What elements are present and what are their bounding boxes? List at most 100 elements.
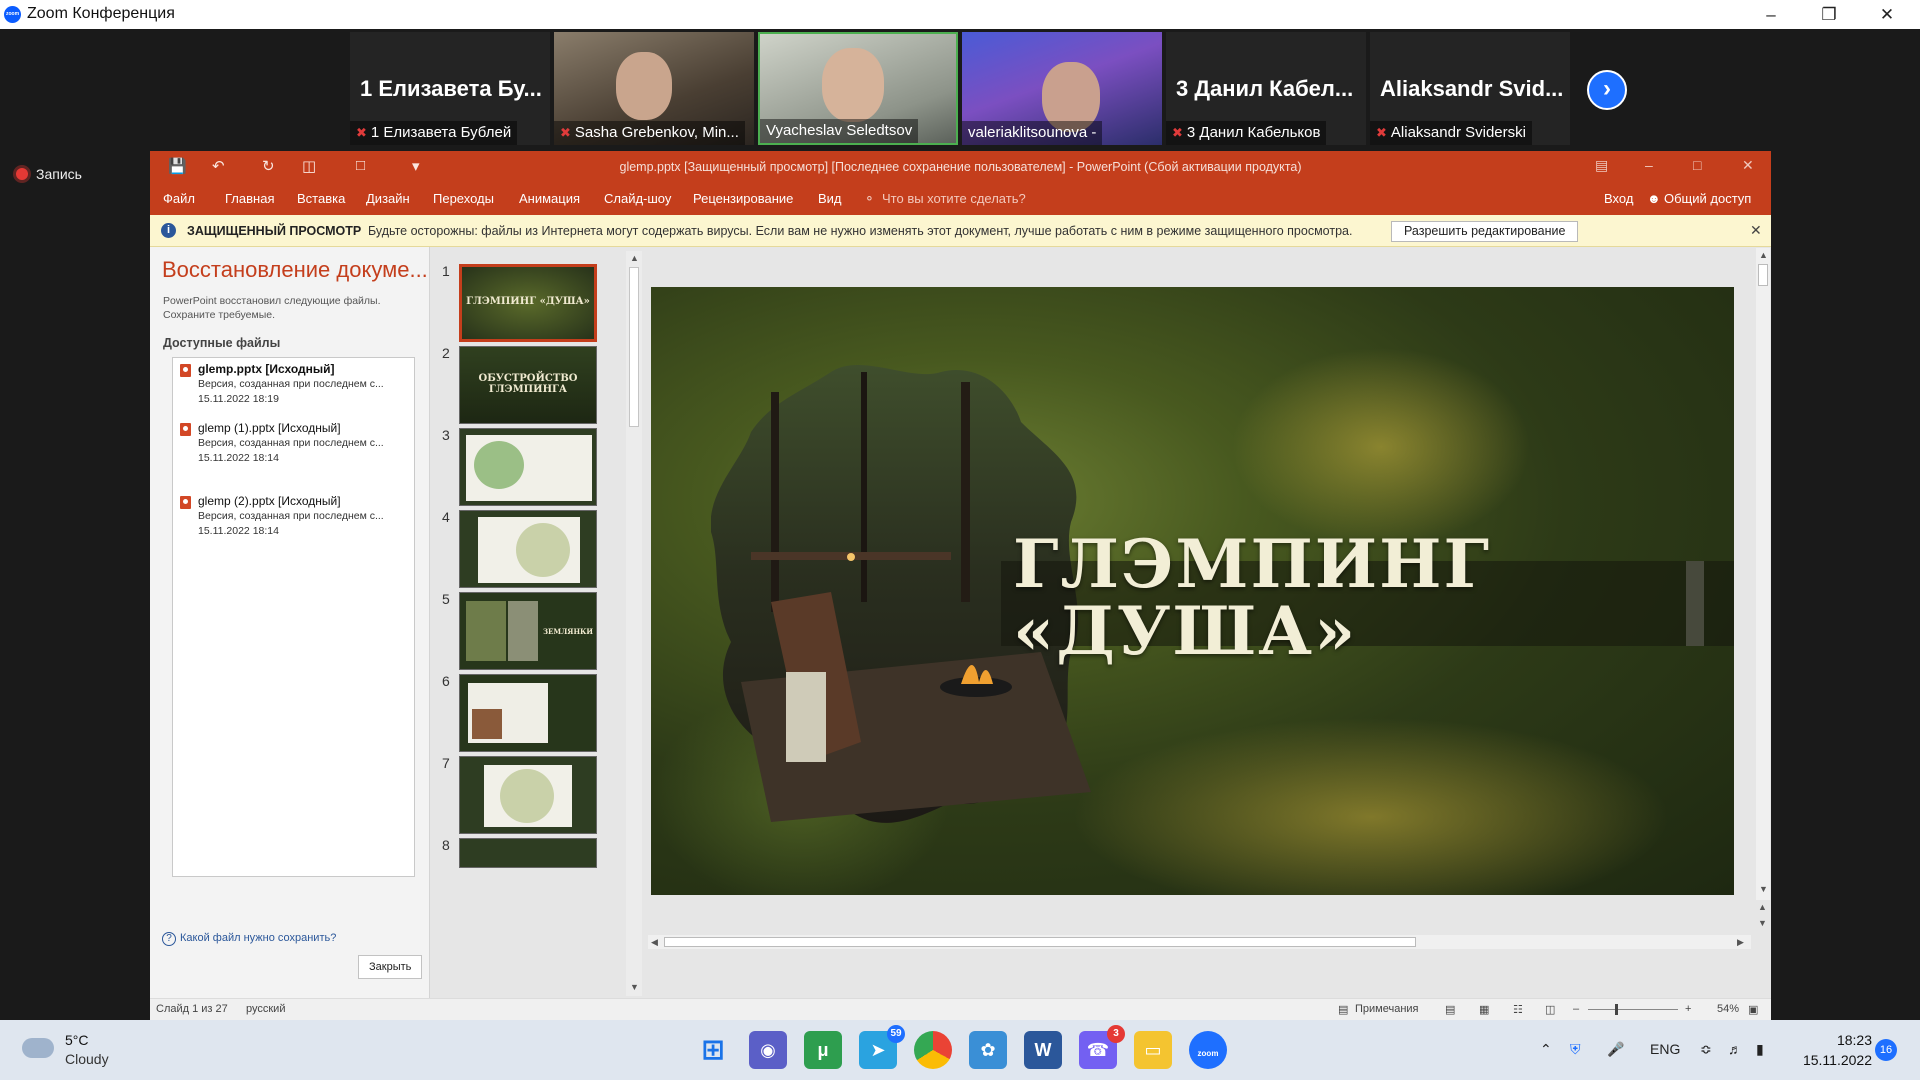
tab-animations[interactable]: Анимация <box>519 191 580 206</box>
zoom-logo-icon: zoom <box>4 6 21 23</box>
zoom-level[interactable]: 54% <box>1717 1003 1739 1015</box>
zoom-slider-handle[interactable] <box>1615 1004 1618 1015</box>
restore-button[interactable]: ❐ <box>1806 2 1852 28</box>
volume-icon[interactable]: ♬ <box>1728 1041 1742 1057</box>
scroll-right-icon[interactable]: ▶ <box>1737 937 1744 948</box>
ppt-close-button[interactable]: ✕ <box>1742 157 1754 174</box>
zoom-taskbar-icon[interactable]: zoom <box>1189 1031 1227 1069</box>
slide-thumbnail[interactable] <box>459 838 597 868</box>
scrollbar-thumb[interactable] <box>1758 264 1768 286</box>
tab-transitions[interactable]: Переходы <box>433 191 494 206</box>
slide-thumbnail[interactable]: ЗЕМЛЯНКИ <box>459 592 597 670</box>
notification-badge[interactable]: 16 <box>1875 1039 1897 1061</box>
slide-thumbnail[interactable]: ОБУСТРОЙСТВО ГЛЭМПИНГА <box>459 346 597 424</box>
close-bar-icon[interactable]: ✕ <box>1750 222 1762 239</box>
ribbon-display-icon[interactable]: ▤ <box>1595 157 1608 174</box>
weather-temp[interactable]: 5°C <box>65 1032 89 1048</box>
scrollbar-thumb[interactable] <box>664 937 1416 947</box>
recording-indicator[interactable]: Запись <box>16 166 82 182</box>
close-button[interactable]: ✕ <box>1864 2 1910 28</box>
show-hidden-icons-icon[interactable]: ⌃ <box>1540 1041 1552 1058</box>
weather-condition[interactable]: Cloudy <box>65 1051 109 1067</box>
scroll-up-icon[interactable]: ▲ <box>630 253 639 263</box>
sign-in-link[interactable]: Вход <box>1604 191 1633 206</box>
normal-view-icon[interactable]: ▤ <box>1445 1003 1455 1016</box>
zoom-in-icon[interactable]: + <box>1685 1003 1691 1015</box>
wifi-icon[interactable]: ≎ <box>1700 1041 1712 1058</box>
slide-title[interactable]: ГЛЭМПИНГ «ДУША» <box>1013 531 1491 665</box>
battery-icon[interactable]: ▮ <box>1756 1041 1764 1058</box>
participant-video[interactable]: valeriaklitsounova - <box>962 32 1162 145</box>
slide-thumbnail[interactable] <box>459 510 597 588</box>
scroll-down-icon[interactable]: ▼ <box>630 982 639 992</box>
tab-view[interactable]: Вид <box>818 191 842 206</box>
start-windows-icon[interactable]: ⊞ <box>694 1031 732 1069</box>
help-icon: ? <box>162 932 176 946</box>
participant-tile[interactable]: 1 Елизавета Бу... ✖ 1 Елизавета Бублей <box>350 32 550 145</box>
scroll-down-icon[interactable]: ▼ <box>1759 884 1768 894</box>
chrome-icon[interactable] <box>914 1031 952 1069</box>
slide-sorter-icon[interactable]: ▦ <box>1479 1003 1489 1016</box>
utorrent-icon[interactable]: μ <box>804 1031 842 1069</box>
next-participants-arrow-icon[interactable]: › <box>1587 70 1627 110</box>
tab-file[interactable]: Файл <box>163 191 195 206</box>
participant-video[interactable]: ✖ Sasha Grebenkov, Min... <box>554 32 754 145</box>
help-link[interactable]: ? Какой файл нужно сохранить? <box>162 932 336 946</box>
slide-thumbnail[interactable]: ГЛЭМПИНГ «ДУША» <box>459 264 597 342</box>
microphone-icon[interactable]: 🎤 <box>1607 1041 1624 1058</box>
ppt-maximize-button[interactable]: □ <box>1693 157 1701 173</box>
help-link-text: Какой файл нужно сохранить? <box>180 932 337 944</box>
fit-to-window-icon[interactable]: ▣ <box>1748 1003 1758 1016</box>
slideshow-view-icon[interactable]: ◫ <box>1545 1003 1555 1016</box>
slide-thumbnail[interactable] <box>459 428 597 506</box>
security-icon[interactable]: ⛨ <box>1570 1041 1581 1058</box>
participant-tile[interactable]: 3 Данил Кабел... ✖ 3 Данил Кабельков <box>1166 32 1366 145</box>
tab-review[interactable]: Рецензирование <box>693 191 793 206</box>
paint-icon[interactable]: ✿ <box>969 1031 1007 1069</box>
zoom-out-icon[interactable]: – <box>1573 1003 1579 1015</box>
scroll-left-icon[interactable]: ◀ <box>651 937 658 948</box>
teams-chat-icon[interactable]: ◉ <box>749 1031 787 1069</box>
reading-view-icon[interactable]: ☷ <box>1513 1003 1523 1016</box>
scrollbar-thumb[interactable] <box>629 267 639 427</box>
notes-button[interactable]: Примечания <box>1355 1003 1419 1015</box>
slide-horizontal-scrollbar[interactable]: ◀ ▶ <box>648 935 1751 949</box>
zoom-logo-icon: zoom <box>1197 1049 1219 1058</box>
slide-number: 3 <box>442 427 450 443</box>
tab-slideshow[interactable]: Слайд-шоу <box>604 191 671 206</box>
clock-date[interactable]: 15.11.2022 <box>1800 1052 1872 1068</box>
ppt-minimize-button[interactable]: – <box>1645 157 1653 173</box>
participant-video-active-speaker[interactable]: Vyacheslav Seledtsov <box>758 32 958 145</box>
slide-vertical-scrollbar[interactable]: ▲ ▼ <box>1756 248 1770 900</box>
previous-slide-icon[interactable]: ▲ <box>1758 902 1767 912</box>
zoom-slider[interactable] <box>1588 1009 1678 1010</box>
language-indicator[interactable]: русский <box>246 1003 285 1015</box>
enable-editing-button[interactable]: Разрешить редактирование <box>1391 221 1579 242</box>
slide-thumbnail[interactable] <box>459 756 597 834</box>
thumbnail-photo <box>472 709 502 739</box>
telegram-icon[interactable]: ➤ 59 <box>859 1025 905 1069</box>
tab-home[interactable]: Главная <box>225 191 274 206</box>
scroll-up-icon[interactable]: ▲ <box>1759 250 1768 260</box>
clock-time[interactable]: 18:23 <box>1812 1032 1872 1048</box>
file-explorer-icon[interactable]: ▭ <box>1134 1031 1172 1069</box>
thumbnails-scrollbar[interactable]: ▲ ▼ <box>626 251 642 996</box>
minimize-button[interactable]: – <box>1748 2 1794 28</box>
word-icon[interactable]: W <box>1024 1031 1062 1069</box>
share-button[interactable]: Общий доступ <box>1664 191 1751 206</box>
tab-design[interactable]: Дизайн <box>366 191 410 206</box>
tell-me-search[interactable]: Что вы хотите сделать? <box>882 191 1026 206</box>
slide-canvas[interactable]: ГЛЭМПИНГ «ДУША» <box>651 287 1734 895</box>
participant-tile[interactable]: Aliaksandr Svid... ✖ Aliaksandr Sviderski <box>1370 32 1570 145</box>
recovered-file[interactable]: glemp (2).pptx [Исходный] Версия, созданн… <box>178 494 410 539</box>
input-language[interactable]: ENG <box>1650 1041 1680 1057</box>
mic-muted-icon: ✖ <box>1172 125 1183 140</box>
recovery-close-button[interactable]: Закрыть <box>358 955 423 979</box>
recovered-file[interactable]: glemp (1).pptx [Исходный] Версия, созданн… <box>178 421 410 466</box>
tab-insert[interactable]: Вставка <box>297 191 345 206</box>
pptx-file-icon <box>180 423 191 436</box>
slide-thumbnail[interactable] <box>459 674 597 752</box>
recovered-file[interactable]: glemp.pptx [Исходный] Версия, созданная п… <box>178 362 410 407</box>
next-slide-icon[interactable]: ▼ <box>1758 918 1767 928</box>
viber-icon[interactable]: ☎ 3 <box>1079 1025 1125 1069</box>
